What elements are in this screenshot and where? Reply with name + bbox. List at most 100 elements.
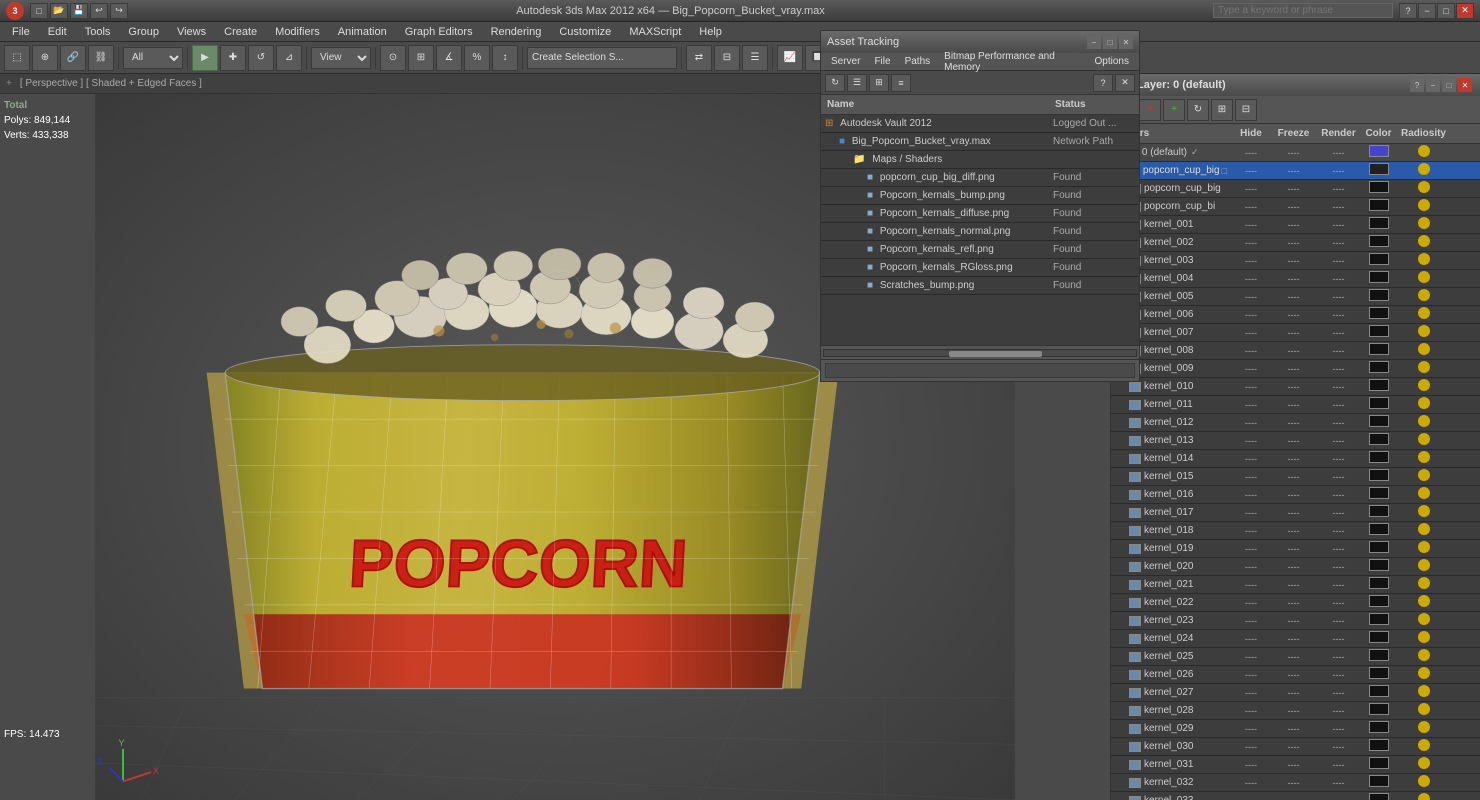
angle-snap-btn[interactable]: ∡ — [436, 45, 462, 71]
layer-row-kernel_013[interactable]: kernel_013 ---- ---- ---- — [1111, 432, 1480, 450]
help-btn[interactable]: ? — [1399, 3, 1417, 19]
layer-row-kernel_004[interactable]: kernel_004 ---- ---- ---- — [1111, 270, 1480, 288]
layer-row-kernel_008[interactable]: kernel_008 ---- ---- ---- — [1111, 342, 1480, 360]
new-btn[interactable]: □ — [30, 3, 48, 19]
undo-btn[interactable]: ↩ — [90, 3, 108, 19]
layer-color-cup-sel[interactable] — [1361, 163, 1396, 178]
asset-row-tex-2[interactable]: ■ Popcorn_kernals_diffuse.png Found — [821, 205, 1139, 223]
layer-row-popcorn_cup_big[interactable]: popcorn_cup_big ---- ---- ---- — [1111, 180, 1480, 198]
layer-row-kernel_025[interactable]: kernel_025 ---- ---- ---- — [1111, 648, 1480, 666]
asset-row-tex-0[interactable]: ■ popcorn_cup_big_diff.png Found — [821, 169, 1139, 187]
layers-list[interactable]: ▼ 0 (default) ✓ ---- ---- ---- — [1111, 144, 1480, 800]
layer-row-kernel_028[interactable]: kernel_028 ---- ---- ---- — [1111, 702, 1480, 720]
redo-btn[interactable]: ↪ — [110, 3, 128, 19]
layer-row-kernel_010[interactable]: kernel_010 ---- ---- ---- — [1111, 378, 1480, 396]
layer-row-kernel_014[interactable]: kernel_014 ---- ---- ---- — [1111, 450, 1480, 468]
layers-add-btn[interactable]: + — [1163, 99, 1185, 121]
asset-panel-minimize[interactable]: − — [1087, 35, 1101, 49]
menu-views[interactable]: Views — [169, 25, 214, 39]
open-btn[interactable]: 📂 — [50, 3, 68, 19]
layers-maximize-btn[interactable]: □ — [1442, 78, 1456, 92]
menu-rendering[interactable]: Rendering — [483, 25, 550, 39]
menu-modifiers[interactable]: Modifiers — [267, 25, 328, 39]
asset-row-scene[interactable]: ■ Big_Popcorn_Bucket_vray.max Network Pa… — [821, 133, 1139, 151]
selection-box[interactable] — [527, 47, 677, 69]
all-dropdown[interactable]: All — [123, 47, 183, 69]
layer-row-kernel_011[interactable]: kernel_011 ---- ---- ---- — [1111, 396, 1480, 414]
layer-row-kernel_007[interactable]: kernel_007 ---- ---- ---- — [1111, 324, 1480, 342]
unlink-btn[interactable]: ⛓ — [88, 45, 114, 71]
layer-row-kernel_017[interactable]: kernel_017 ---- ---- ---- — [1111, 504, 1480, 522]
asset-panel-maximize[interactable]: □ — [1103, 35, 1117, 49]
align-btn[interactable]: ⊟ — [714, 45, 740, 71]
layers-title-bar[interactable]: 3 Layer: 0 (default) ? − □ ✕ — [1111, 74, 1480, 96]
layer-row-kernel_003[interactable]: kernel_003 ---- ---- ---- — [1111, 252, 1480, 270]
layers-refresh-btn[interactable]: ↻ — [1187, 99, 1209, 121]
layer-row-kernel_031[interactable]: kernel_031 ---- ---- ---- — [1111, 756, 1480, 774]
layers-delete-btn[interactable]: ✕ — [1139, 99, 1161, 121]
search-input[interactable] — [1213, 3, 1393, 18]
asset-tb-close-small[interactable]: ✕ — [1115, 74, 1135, 92]
menu-tools[interactable]: Tools — [77, 25, 119, 39]
save-btn[interactable]: 💾 — [70, 3, 88, 19]
select-btn[interactable]: ▶ — [192, 45, 218, 71]
layer-row-kernel_027[interactable]: kernel_027 ---- ---- ---- — [1111, 684, 1480, 702]
asset-row-tex-1[interactable]: ■ Popcorn_kernals_bump.png Found — [821, 187, 1139, 205]
asset-menu-server[interactable]: Server — [825, 55, 866, 68]
menu-group[interactable]: Group — [120, 25, 167, 39]
layers-help-btn[interactable]: ? — [1410, 78, 1424, 92]
layers-minimize-btn[interactable]: − — [1426, 78, 1440, 92]
asset-panel-close[interactable]: ✕ — [1119, 35, 1133, 49]
percent-snap-btn[interactable]: % — [464, 45, 490, 71]
asset-row-vault[interactable]: ⊞ Autodesk Vault 2012 Logged Out ... — [821, 115, 1139, 133]
layer-row-kernel_015[interactable]: kernel_015 ---- ---- ---- — [1111, 468, 1480, 486]
layer-row-kernel_019[interactable]: kernel_019 ---- ---- ---- — [1111, 540, 1480, 558]
select-object-btn[interactable]: ⬚ — [4, 45, 30, 71]
close-btn[interactable]: ✕ — [1456, 3, 1474, 19]
view-dropdown[interactable]: View — [311, 47, 371, 69]
asset-menu-options[interactable]: Options — [1089, 55, 1135, 68]
asset-tb-refresh[interactable]: ↻ — [825, 74, 845, 92]
layer-row-kernel_023[interactable]: kernel_023 ---- ---- ---- — [1111, 612, 1480, 630]
asset-table[interactable]: ⊞ Autodesk Vault 2012 Logged Out ... ■ B… — [821, 115, 1139, 345]
layers-expand-btn[interactable]: ⊞ — [1211, 99, 1233, 121]
asset-row-tex-6[interactable]: ■ Scratches_bump.png Found — [821, 277, 1139, 295]
layer-row-kernel_012[interactable]: kernel_012 ---- ---- ---- — [1111, 414, 1480, 432]
layer-row-kernel_009[interactable]: kernel_009 ---- ---- ---- — [1111, 360, 1480, 378]
asset-row-tex-5[interactable]: ■ Popcorn_kernals_RGloss.png Found — [821, 259, 1139, 277]
asset-horizontal-scrollbar[interactable] — [821, 345, 1139, 359]
layer-row-kernel_026[interactable]: kernel_026 ---- ---- ---- — [1111, 666, 1480, 684]
layer-row-kernel_016[interactable]: kernel_016 ---- ---- ---- — [1111, 486, 1480, 504]
layer-row-kernel_006[interactable]: kernel_006 ---- ---- ---- — [1111, 306, 1480, 324]
asset-menu-file[interactable]: File — [868, 55, 896, 68]
mirror-btn[interactable]: ⇄ — [686, 45, 712, 71]
layer-row-kernel_022[interactable]: kernel_022 ---- ---- ---- — [1111, 594, 1480, 612]
asset-tb-details[interactable]: ≡ — [891, 74, 911, 92]
asset-menu-bitmap-perf[interactable]: Bitmap Performance and Memory — [938, 50, 1086, 74]
asset-row-tex-4[interactable]: ■ Popcorn_kernals_refl.png Found — [821, 241, 1139, 259]
layer-row-kernel_029[interactable]: kernel_029 ---- ---- ---- — [1111, 720, 1480, 738]
menu-file[interactable]: File — [4, 25, 38, 39]
layers-close-btn[interactable]: ✕ — [1458, 78, 1472, 92]
menu-graph-editors[interactable]: Graph Editors — [397, 25, 481, 39]
menu-animation[interactable]: Animation — [330, 25, 395, 39]
asset-row-tex-3[interactable]: ■ Popcorn_kernals_normal.png Found — [821, 223, 1139, 241]
maximize-btn[interactable]: □ — [1437, 3, 1455, 19]
menu-create[interactable]: Create — [216, 25, 265, 39]
curve-editor-btn[interactable]: 📈 — [777, 45, 803, 71]
minimize-btn[interactable]: − — [1418, 3, 1436, 19]
menu-customize[interactable]: Customize — [551, 25, 619, 39]
pivot-btn[interactable]: ⊙ — [380, 45, 406, 71]
asset-row-maps-folder[interactable]: 📁 Maps / Shaders — [821, 151, 1139, 169]
layer-color-default[interactable] — [1361, 145, 1396, 160]
spinner-snap-btn[interactable]: ↕ — [492, 45, 518, 71]
layer-row-kernel_032[interactable]: kernel_032 ---- ---- ---- — [1111, 774, 1480, 792]
scale-btn[interactable]: ⊿ — [276, 45, 302, 71]
layer-row-cup-selected[interactable]: popcorn_cup_big □ ---- ---- ---- — [1111, 162, 1480, 180]
layer-row-default[interactable]: ▼ 0 (default) ✓ ---- ---- ---- — [1111, 144, 1480, 162]
asset-tb-help[interactable]: ? — [1093, 74, 1113, 92]
layer-row-kernel_005[interactable]: kernel_005 ---- ---- ---- — [1111, 288, 1480, 306]
asset-input-field[interactable] — [825, 363, 1135, 378]
move-btn[interactable]: ✚ — [220, 45, 246, 71]
asset-tb-list[interactable]: ☰ — [847, 74, 867, 92]
